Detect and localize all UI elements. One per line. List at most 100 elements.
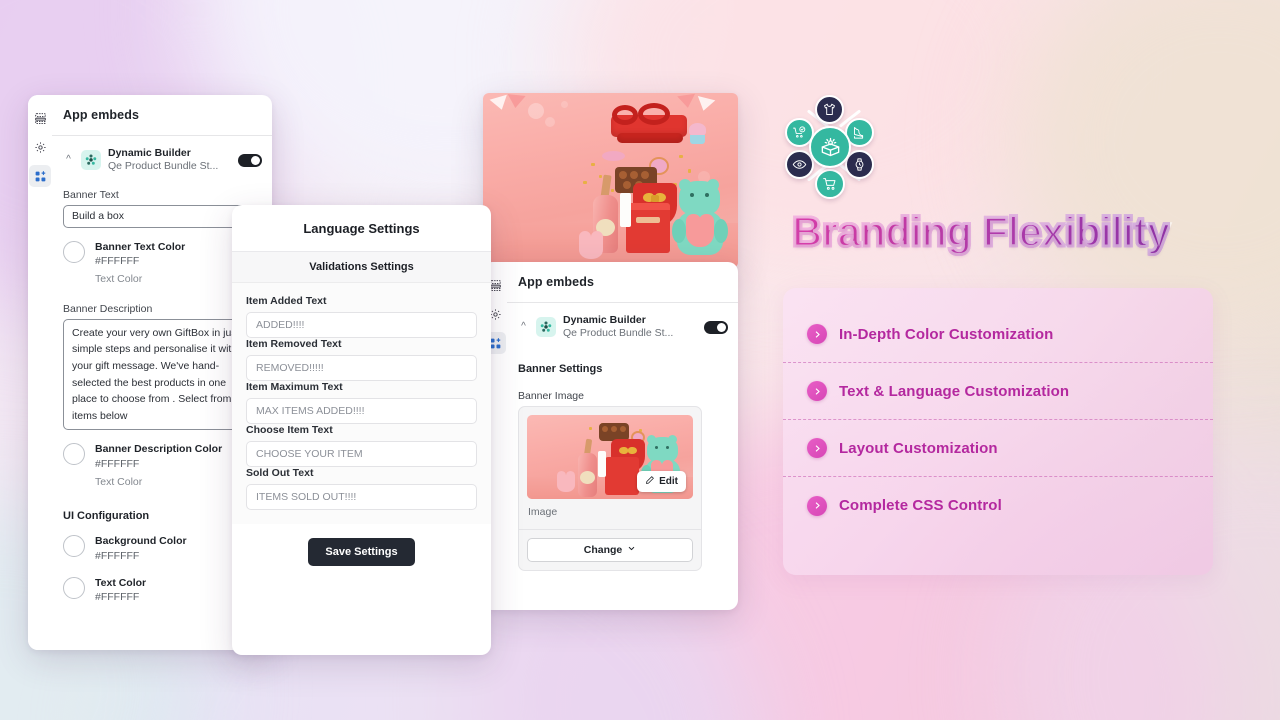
chevron-right-icon bbox=[807, 324, 827, 344]
text-color-name: Text Color bbox=[95, 576, 147, 589]
edit-image-button[interactable]: Edit bbox=[637, 470, 686, 492]
bokeh-dot bbox=[545, 117, 555, 127]
banner-description-color-swatch[interactable] bbox=[63, 443, 85, 466]
feature-item-color-customization[interactable]: In-Depth Color Customization bbox=[783, 306, 1213, 363]
banner-text-color-sub: Text Color bbox=[95, 273, 143, 286]
sold-out-text-label: Sold Out Text bbox=[246, 467, 314, 479]
item-added-text-input[interactable]: ADDED!!!! bbox=[246, 312, 477, 338]
gift-box-icon bbox=[809, 126, 851, 168]
sections-icon[interactable] bbox=[29, 107, 51, 129]
banner-description-color-name: Banner Description Color bbox=[95, 443, 223, 456]
product-tube bbox=[620, 193, 631, 227]
text-color-hex: #FFFFFF bbox=[95, 591, 140, 604]
choose-item-text-input[interactable]: CHOOSE YOUR ITEM bbox=[246, 441, 477, 467]
feature-list-card: In-Depth Color Customization Text & Lang… bbox=[783, 288, 1213, 575]
confetti bbox=[589, 426, 592, 430]
banner-image-label: Banner Image bbox=[518, 389, 584, 402]
banner-thumbnail[interactable]: Edit bbox=[527, 414, 693, 499]
app-name: Dynamic Builder bbox=[563, 314, 646, 326]
gold-bow bbox=[628, 446, 637, 454]
chocolate bbox=[620, 425, 626, 432]
bear-arm bbox=[714, 219, 728, 243]
gift-lid-edge bbox=[617, 133, 683, 143]
text-color-swatch[interactable] bbox=[63, 576, 85, 599]
confetti bbox=[599, 175, 602, 178]
decor-heart bbox=[579, 231, 603, 259]
feature-item-layout-customization[interactable]: Layout Customization bbox=[783, 420, 1213, 477]
pencil-icon bbox=[645, 475, 655, 488]
banner-text-input[interactable]: Build a box bbox=[63, 204, 258, 228]
gift-box-top bbox=[626, 203, 670, 210]
validations-fields: Item Added Text ADDED!!!! Item Removed T… bbox=[232, 283, 491, 524]
language-settings-title: Language Settings bbox=[303, 221, 420, 236]
confetti bbox=[679, 155, 683, 158]
product-tube bbox=[598, 450, 606, 477]
field-group: Choose Item Text CHOOSE YOUR ITEM bbox=[246, 424, 477, 467]
image-caption: Image bbox=[528, 505, 558, 518]
feature-label: Layout Customization bbox=[839, 439, 998, 457]
shopping-cart-icon bbox=[815, 169, 845, 199]
feature-label: In-Depth Color Customization bbox=[839, 325, 1054, 343]
item-removed-text-input[interactable]: REMOVED!!!!! bbox=[246, 355, 477, 381]
pennant-icon bbox=[677, 93, 697, 110]
confetti bbox=[583, 181, 587, 184]
app-embeds-icon[interactable] bbox=[29, 165, 51, 187]
change-image-button[interactable]: Change bbox=[527, 537, 693, 562]
app-embed-row-left[interactable]: ^ Dynamic Builder Qe Product Bundle St..… bbox=[63, 147, 272, 174]
pennant-icon bbox=[506, 94, 526, 109]
feature-item-text-language-customization[interactable]: Text & Language Customization bbox=[783, 363, 1213, 420]
sold-out-text-input[interactable]: ITEMS SOLD OUT!!!! bbox=[246, 484, 477, 510]
dynamic-builder-app-icon bbox=[536, 317, 556, 338]
chocolate bbox=[619, 171, 627, 179]
chevron-right-icon bbox=[807, 381, 827, 401]
app-embeds-body-right: App embeds ^ Dynamic Builder Qe Product … bbox=[507, 262, 738, 610]
background-color-swatch[interactable] bbox=[63, 535, 85, 558]
app-embed-meta-left: Dynamic Builder Qe Product Bundle St... bbox=[108, 147, 231, 174]
chocolate bbox=[602, 425, 608, 432]
item-removed-text-label: Item Removed Text bbox=[246, 338, 342, 350]
banner-preview-image bbox=[483, 93, 738, 268]
chevron-up-icon[interactable]: ^ bbox=[518, 322, 529, 332]
page-title: App embeds bbox=[518, 275, 595, 289]
bear-arm bbox=[672, 219, 686, 243]
confetti bbox=[611, 189, 614, 192]
macaron-icon bbox=[602, 151, 625, 161]
validations-settings-card: Validations Settings Item Added Text ADD… bbox=[232, 251, 491, 524]
bear-eye bbox=[655, 445, 658, 449]
app-embed-row-right[interactable]: ^ Dynamic Builder Qe Product Bundle St..… bbox=[518, 314, 738, 341]
ribbon-loop bbox=[638, 103, 670, 125]
app-embeds-content-right: ^ Dynamic Builder Qe Product Bundle St..… bbox=[507, 303, 738, 571]
banner-description-color-sub: Text Color bbox=[95, 475, 143, 488]
banner-description-input[interactable]: Create your very own GiftBox in just 4 s… bbox=[63, 318, 258, 431]
banner-text-color-name: Banner Text Color bbox=[95, 240, 186, 253]
banner-image-card: Edit Image Change bbox=[518, 405, 702, 571]
banner-text-color-swatch[interactable] bbox=[63, 240, 85, 263]
banner-settings-heading: Banner Settings bbox=[518, 362, 603, 375]
save-settings-button[interactable]: Save Settings bbox=[308, 538, 415, 566]
app-subtitle: Qe Product Bundle St... bbox=[563, 327, 674, 340]
app-name: Dynamic Builder bbox=[108, 147, 191, 159]
edit-label: Edit bbox=[659, 475, 678, 487]
field-group: Item Removed Text REMOVED!!!!! bbox=[246, 338, 477, 381]
feature-icon-cluster bbox=[779, 95, 887, 200]
ribbon-loop bbox=[612, 105, 638, 125]
bear-eye bbox=[666, 445, 669, 449]
app-embed-toggle[interactable] bbox=[238, 153, 262, 167]
app-embed-toggle[interactable] bbox=[704, 320, 728, 334]
gold-bow-knot bbox=[651, 195, 659, 202]
confetti bbox=[688, 169, 691, 173]
feature-item-css-control[interactable]: Complete CSS Control bbox=[783, 477, 1213, 534]
gold-bow bbox=[619, 446, 628, 454]
chocolate bbox=[623, 181, 631, 189]
choose-item-text-label: Choose Item Text bbox=[246, 424, 333, 436]
background-color-name: Background Color bbox=[95, 535, 187, 548]
banner-text-color-hex: #FFFFFF bbox=[95, 255, 140, 268]
chevron-up-icon[interactable]: ^ bbox=[63, 155, 74, 165]
app-subtitle: Qe Product Bundle St... bbox=[108, 160, 219, 173]
item-maximum-text-input[interactable]: MAX ITEMS ADDED!!!! bbox=[246, 398, 477, 424]
gift-box bbox=[605, 456, 639, 495]
bear-eye bbox=[690, 193, 694, 197]
chocolate bbox=[611, 425, 617, 432]
feature-label: Complete CSS Control bbox=[839, 497, 1002, 514]
theme-settings-icon[interactable] bbox=[29, 136, 51, 158]
